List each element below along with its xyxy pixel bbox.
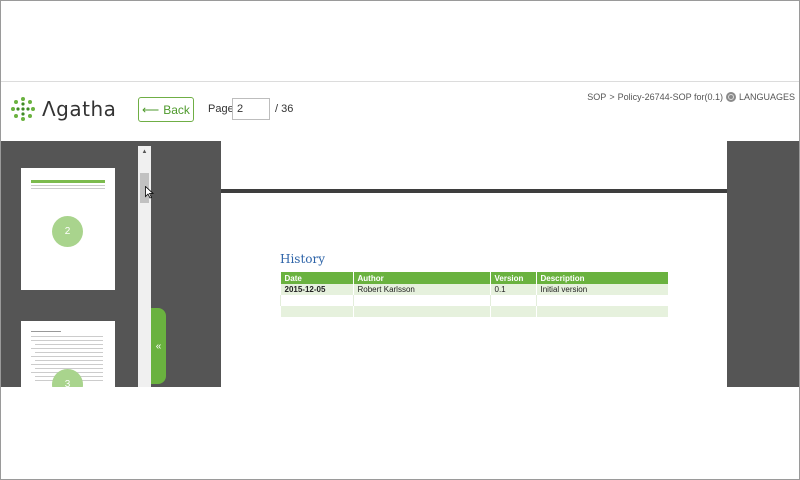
breadcrumb-document[interactable]: Policy-26744-SOP for(0.1) xyxy=(618,92,723,102)
double-chevron-left-icon: « xyxy=(155,340,162,352)
section-title: History xyxy=(280,252,326,266)
thumbnail-line xyxy=(31,348,103,349)
table-cell xyxy=(535,306,668,317)
table-header-row: Date Author Version Description xyxy=(280,272,668,284)
table-cell xyxy=(535,295,668,306)
column-header: Date xyxy=(280,272,353,284)
page-separator xyxy=(221,189,727,193)
thumbnail-line xyxy=(31,356,103,357)
languages-button[interactable]: LANGUAGES xyxy=(739,92,795,102)
table-row xyxy=(280,306,668,317)
thumbnail-line xyxy=(35,344,103,345)
page-label: Page xyxy=(208,103,234,115)
thumbnail-line xyxy=(31,364,103,365)
logo-text: Λgatha xyxy=(42,97,117,121)
table-cell: 2015-12-05 xyxy=(280,284,353,295)
arrow-left-icon: ⟵ xyxy=(142,102,160,117)
column-header: Version xyxy=(489,272,536,284)
thumbnail-scrollbar[interactable]: ▲ xyxy=(138,146,151,387)
table-cell xyxy=(352,295,490,306)
thumbnail-line xyxy=(35,352,103,353)
page-thumbnail[interactable]: 3 xyxy=(21,321,115,387)
thumbnail-header-bar xyxy=(31,180,105,183)
table-cell: 0.1 xyxy=(489,284,536,295)
breadcrumb-separator: > xyxy=(609,92,615,102)
page-total: / 36 xyxy=(275,103,294,115)
thumbnail-line xyxy=(31,185,105,186)
logo[interactable]: Λgatha xyxy=(10,96,116,122)
page-thumbnail[interactable]: 2 xyxy=(21,168,115,290)
table-row: 2015-12-05 Robert Karlsson 0.1 Initial v… xyxy=(280,284,668,295)
thumbnail-line xyxy=(31,188,105,189)
table-cell xyxy=(489,306,536,317)
history-table: Date Author Version Description 2015-12-… xyxy=(280,272,668,317)
logo-icon xyxy=(11,97,35,121)
thumbnail-line xyxy=(31,331,61,332)
app-header: Λgatha ⟵ Back Page / 36 SOP > Policy-267… xyxy=(1,81,799,141)
table-cell xyxy=(280,306,353,317)
table-cell xyxy=(352,306,490,317)
thumbnail-line xyxy=(31,336,103,337)
back-button[interactable]: ⟵ Back xyxy=(138,97,194,122)
column-header: Description xyxy=(535,272,668,284)
table-row xyxy=(280,295,668,306)
globe-icon xyxy=(725,92,736,102)
breadcrumb-sop[interactable]: SOP xyxy=(587,92,606,102)
document-viewer: 2 3 ▲ « History Date Author Version Desc… xyxy=(1,141,799,387)
column-header: Author xyxy=(352,272,490,284)
table-cell xyxy=(280,295,353,306)
table-cell xyxy=(489,295,536,306)
table-cell: Initial version xyxy=(535,284,668,295)
thumbnail-page-number: 2 xyxy=(52,216,83,247)
back-button-label: Back xyxy=(163,102,190,117)
collapse-panel-button[interactable]: « xyxy=(151,308,166,384)
thumbnail-line xyxy=(31,340,103,341)
page-number-input[interactable] xyxy=(232,98,270,120)
breadcrumb: SOP > Policy-26744-SOP for(0.1) LANGUAGE… xyxy=(587,92,795,102)
triangle-up-icon[interactable]: ▲ xyxy=(138,146,151,158)
document-page: History Date Author Version Description … xyxy=(221,141,727,387)
mouse-cursor-icon xyxy=(145,186,154,199)
table-cell: Robert Karlsson xyxy=(352,284,490,295)
thumbnail-line xyxy=(35,360,103,361)
app-window: Λgatha ⟵ Back Page / 36 SOP > Policy-267… xyxy=(0,0,800,480)
